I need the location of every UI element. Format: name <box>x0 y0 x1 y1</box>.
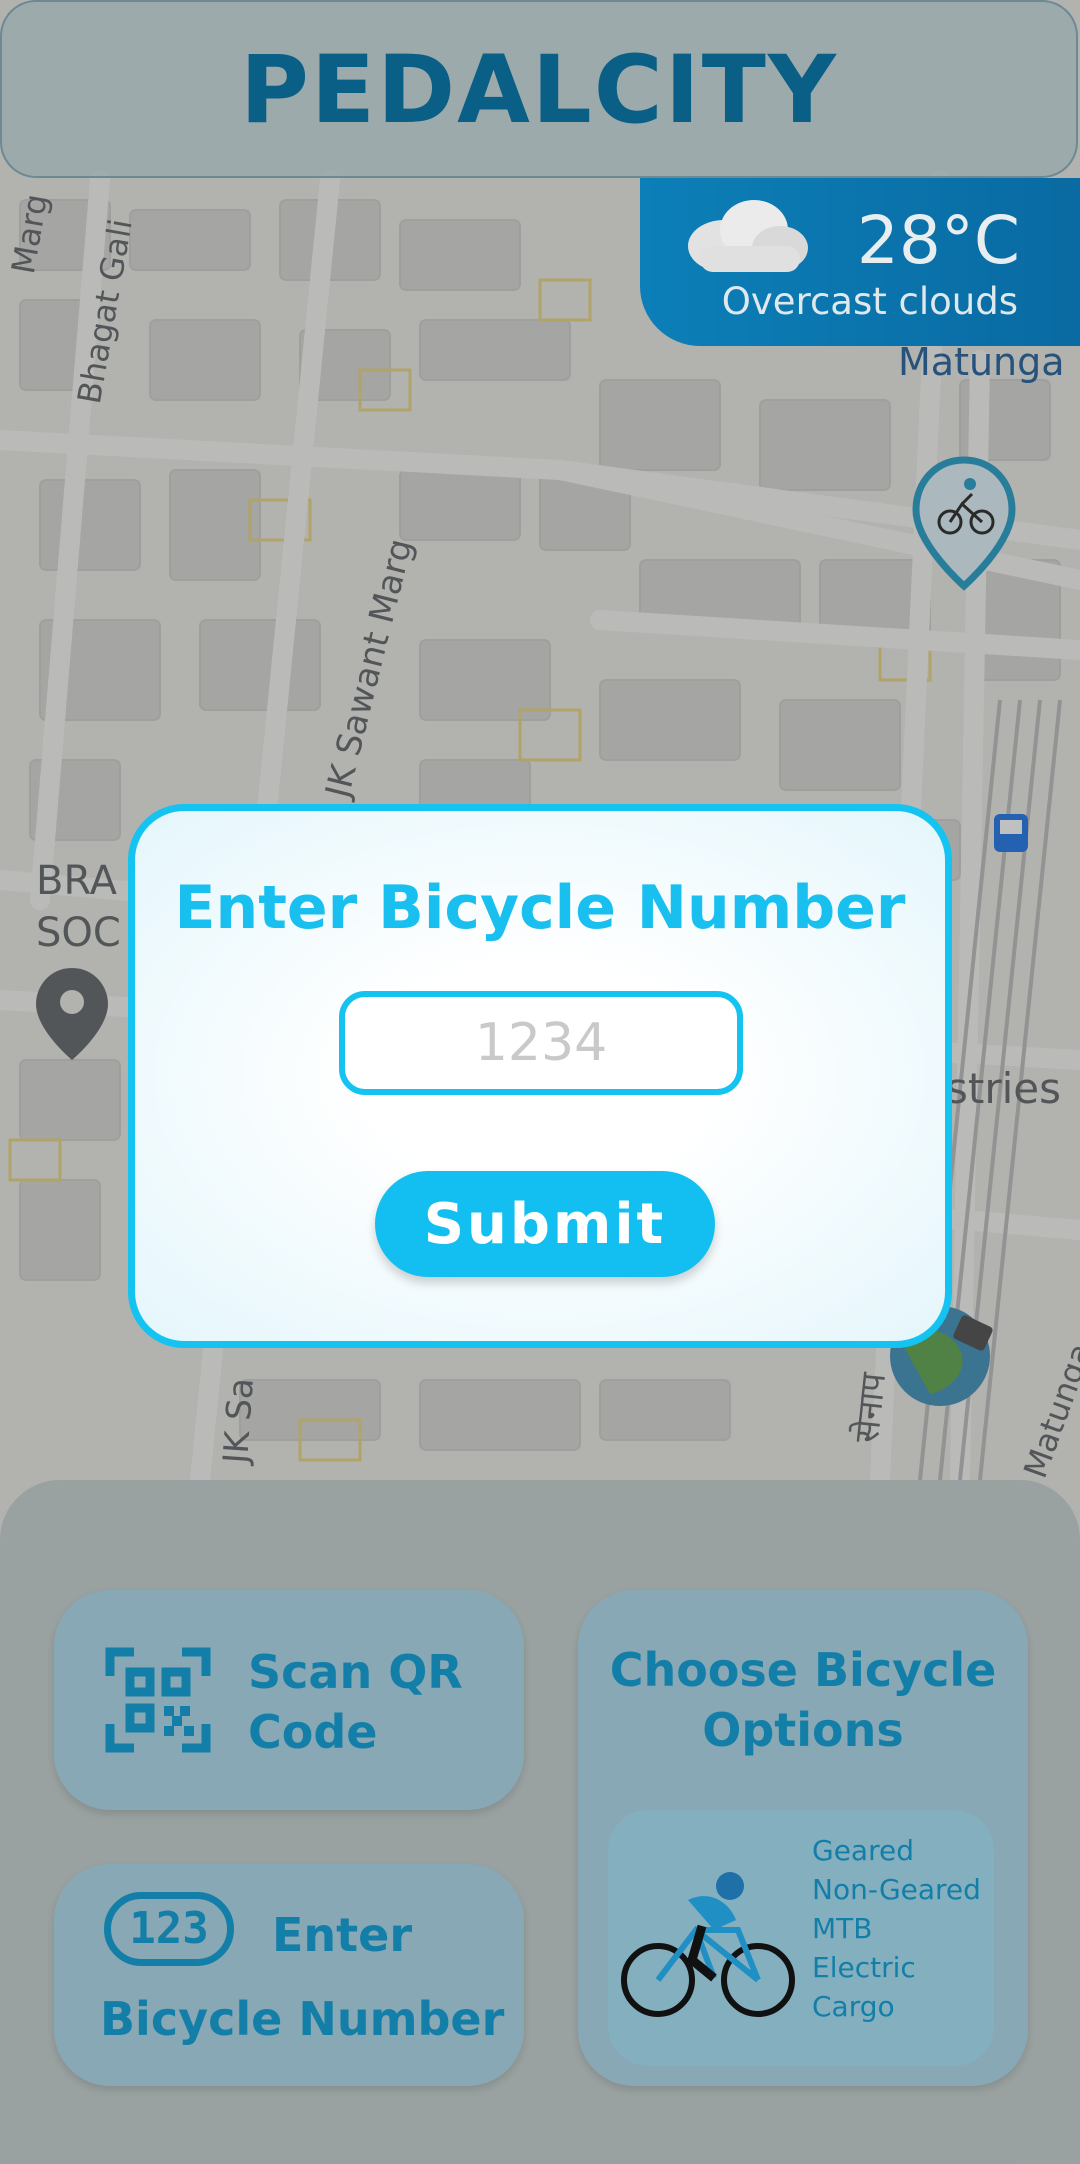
cloud-icon <box>688 200 808 272</box>
scan-qr-code-label: Scan QR Code <box>248 1645 463 1759</box>
number-123-icon-text: 123 <box>129 1903 209 1954</box>
number-123-icon: 123 <box>104 1892 234 1966</box>
option-non-geared: Non-Geared <box>812 1873 981 1906</box>
bicycle-number-input[interactable] <box>339 991 743 1095</box>
weather-description: Overcast clouds <box>721 280 1018 323</box>
enter-bicycle-number-button[interactable]: 123 Enter Bicycle Number <box>54 1864 524 2086</box>
bicycle-options-box: Geared Non-Geared MTB Electric Cargo <box>608 1810 994 2066</box>
weather-temperature: 28°C <box>856 202 1020 279</box>
app-header: PEDALCITY <box>0 0 1078 178</box>
cyclist-icon <box>621 1872 795 2017</box>
option-electric: Electric <box>812 1951 916 1984</box>
choose-bicycle-options-title: Choose Bicycle Options <box>609 1643 997 1757</box>
option-geared: Geared <box>812 1834 914 1867</box>
bottom-action-panel: Scan QR Code 123 Enter Bicycle Number Ch… <box>0 1480 1080 2164</box>
dialog-title: Enter Bicycle Number <box>174 873 906 943</box>
enter-bicycle-number-dialog: Enter Bicycle Number Submit <box>128 804 952 1348</box>
scan-qr-code-button[interactable]: Scan QR Code <box>54 1590 524 1810</box>
app-title: PEDALCITY <box>240 36 838 145</box>
bicycle-number-label: Bicycle Number <box>100 1992 505 2046</box>
qr-code-icon <box>105 1647 211 1753</box>
option-cargo: Cargo <box>812 1990 895 2023</box>
option-mtb: MTB <box>812 1912 873 1945</box>
enter-label: Enter <box>272 1908 413 1962</box>
choose-bicycle-options-button[interactable]: Choose Bicycle Options Geared Non-Geared… <box>578 1590 1028 2086</box>
weather-widget: 28°C Overcast clouds <box>640 178 1080 346</box>
submit-button[interactable]: Submit <box>375 1171 715 1277</box>
